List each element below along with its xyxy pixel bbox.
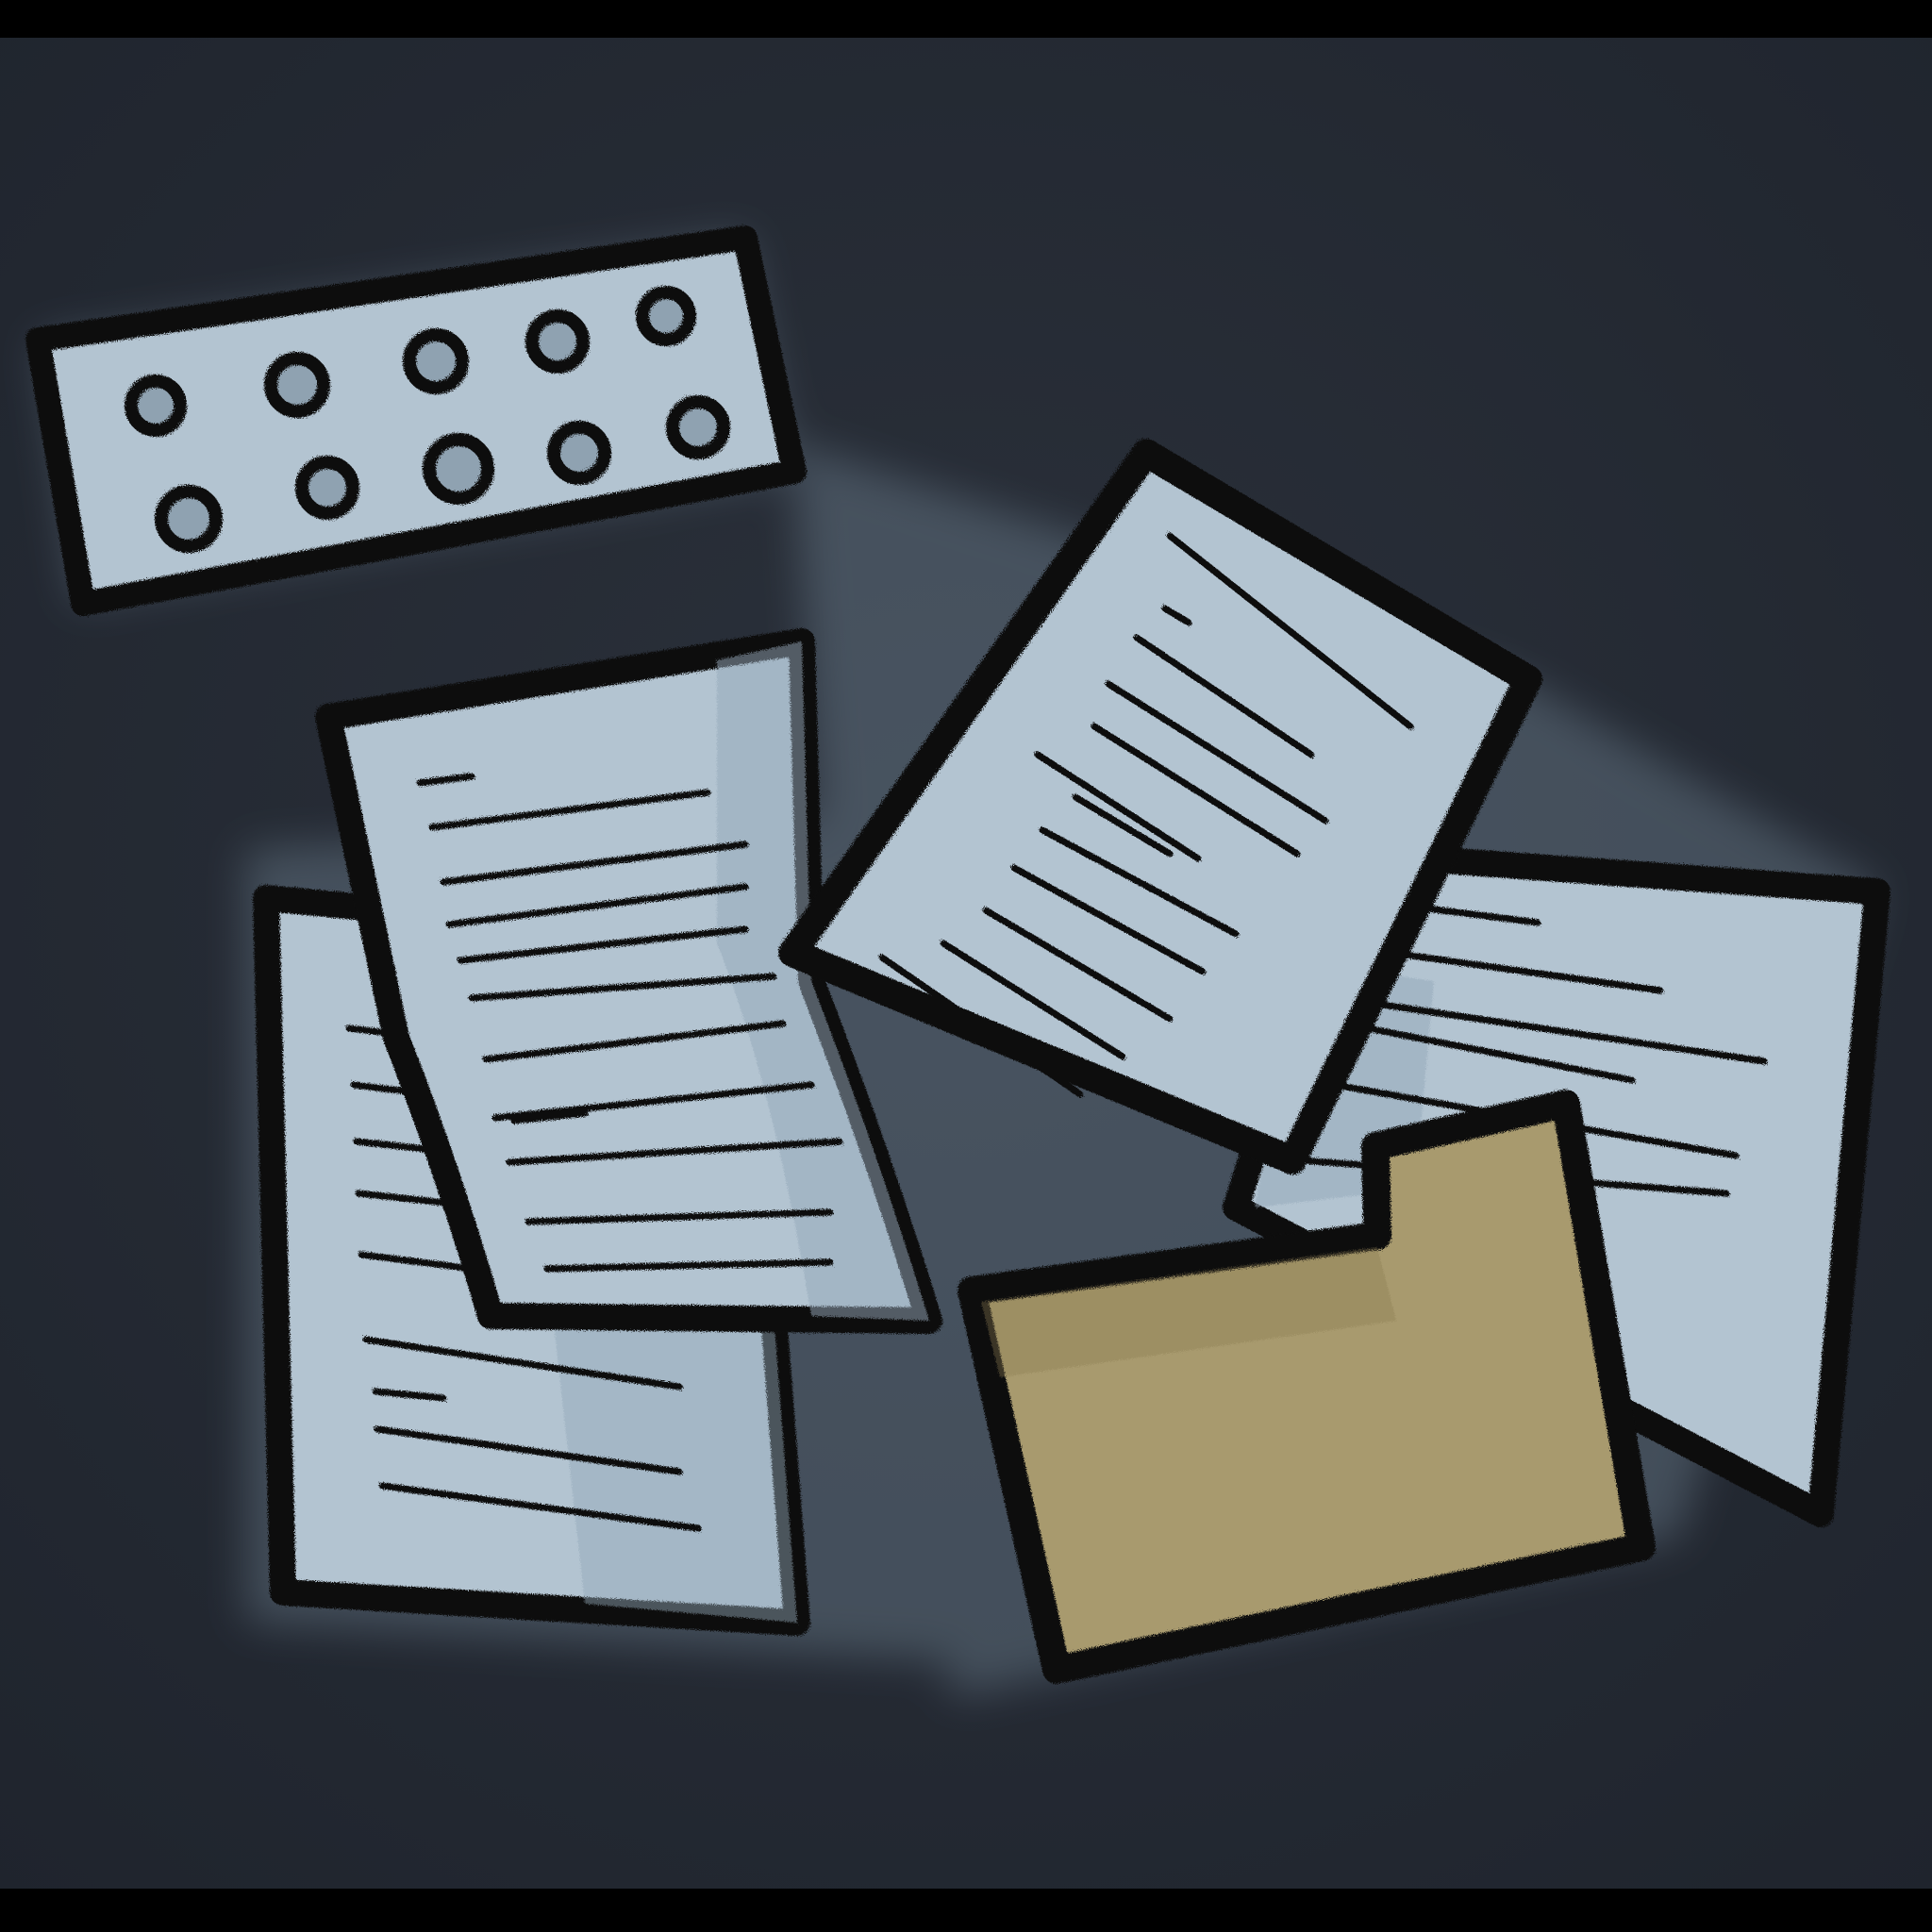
illustration-canvas (0, 0, 1932, 1932)
scattered-documents-illustration (0, 0, 1932, 1932)
